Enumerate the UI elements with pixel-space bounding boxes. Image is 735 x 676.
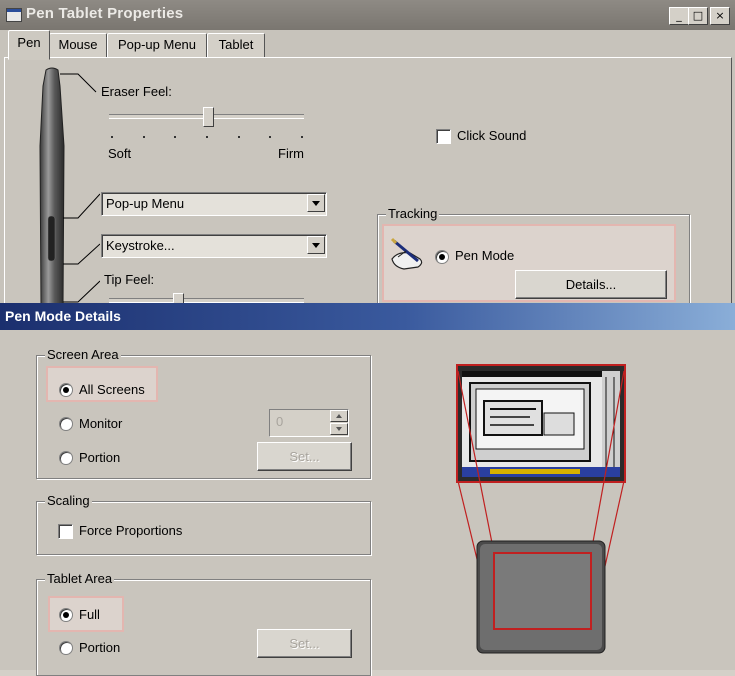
tab-tablet[interactable]: Tablet: [207, 33, 265, 59]
tablet-area-title: Tablet Area: [45, 571, 115, 586]
screen-portion-radio[interactable]: [59, 451, 73, 465]
tablet-portion-label: Portion: [79, 640, 121, 655]
screen-area-title: Screen Area: [45, 347, 121, 362]
pen-mode-radio[interactable]: [435, 250, 449, 264]
eraser-feel-label: Eraser Feel:: [101, 84, 172, 99]
pen-mode-details-window: Pen Mode Details Screen Area All Screens…: [0, 303, 735, 676]
chevron-down-icon[interactable]: [307, 194, 325, 212]
screen-portion-label: Portion: [79, 450, 121, 465]
upper-side-switch-value: Pop-up Menu: [106, 196, 185, 211]
window-title: Pen Tablet Properties: [26, 5, 184, 22]
details-button[interactable]: Details...: [515, 270, 667, 299]
all-screens-label: All Screens: [79, 382, 145, 397]
tab-mouse[interactable]: Mouse: [49, 33, 107, 59]
close-button[interactable]: ×: [710, 7, 730, 25]
slider-tick: [238, 136, 240, 138]
slider-tick: [269, 136, 271, 138]
screen-set-button[interactable]: Set...: [257, 442, 352, 471]
tracking-group-title: Tracking: [386, 206, 440, 221]
click-sound-label: Click Sound: [457, 128, 527, 143]
full-label: Full: [79, 607, 100, 622]
pen-mode-label: Pen Mode: [455, 248, 515, 263]
monitor-radio[interactable]: [59, 417, 73, 431]
force-proportions-checkbox[interactable]: [58, 524, 73, 539]
pen-hand-icon: [390, 237, 423, 270]
slider-tick: [143, 136, 145, 138]
monitor-label: Monitor: [79, 416, 123, 431]
eraser-feel-slider-thumb[interactable]: [203, 107, 214, 127]
upper-side-switch-select[interactable]: Pop-up Menu: [101, 192, 327, 216]
pen-tablet-properties-window: Pen Tablet Properties _ □ × Pen Mouse Po…: [0, 0, 735, 311]
minimize-button[interactable]: _: [669, 7, 689, 25]
tablet-set-button[interactable]: Set...: [257, 629, 352, 658]
window-title: Pen Mode Details: [5, 308, 121, 324]
title-bar[interactable]: Pen Mode Details: [0, 303, 735, 330]
monitor-spinner-value: 0: [276, 414, 284, 429]
tablet-active-area: [493, 552, 592, 630]
tablet-portion-radio[interactable]: [59, 641, 73, 655]
tab-pen[interactable]: Pen: [8, 30, 50, 60]
pen-illustration-icon: [39, 67, 100, 306]
maximize-button[interactable]: □: [688, 7, 708, 25]
eraser-soft-label: Soft: [108, 146, 132, 161]
spin-up-icon[interactable]: [330, 410, 348, 422]
slider-tick: [206, 136, 208, 138]
lower-side-switch-value: Keystroke...: [106, 238, 175, 253]
app-icon: [6, 8, 22, 22]
all-screens-radio[interactable]: [59, 383, 73, 397]
chevron-down-icon[interactable]: [307, 236, 325, 254]
slider-tick: [301, 136, 303, 138]
click-sound-checkbox[interactable]: [436, 129, 451, 144]
force-proportions-label: Force Proportions: [79, 523, 183, 538]
tab-popup-menu[interactable]: Pop-up Menu: [107, 33, 207, 59]
lower-side-switch-select[interactable]: Keystroke...: [101, 234, 327, 258]
spin-down-icon[interactable]: [330, 423, 348, 435]
title-bar[interactable]: Pen Tablet Properties _ □ ×: [0, 0, 735, 30]
scaling-title: Scaling: [45, 493, 92, 508]
screen-to-tablet-mapping-diagram: [456, 364, 626, 654]
monitor-spinner[interactable]: 0: [269, 409, 349, 437]
full-radio[interactable]: [59, 608, 73, 622]
slider-tick: [111, 136, 113, 138]
tip-feel-label: Tip Feel:: [104, 272, 155, 287]
eraser-firm-label: Firm: [278, 146, 304, 161]
slider-tick: [174, 136, 176, 138]
